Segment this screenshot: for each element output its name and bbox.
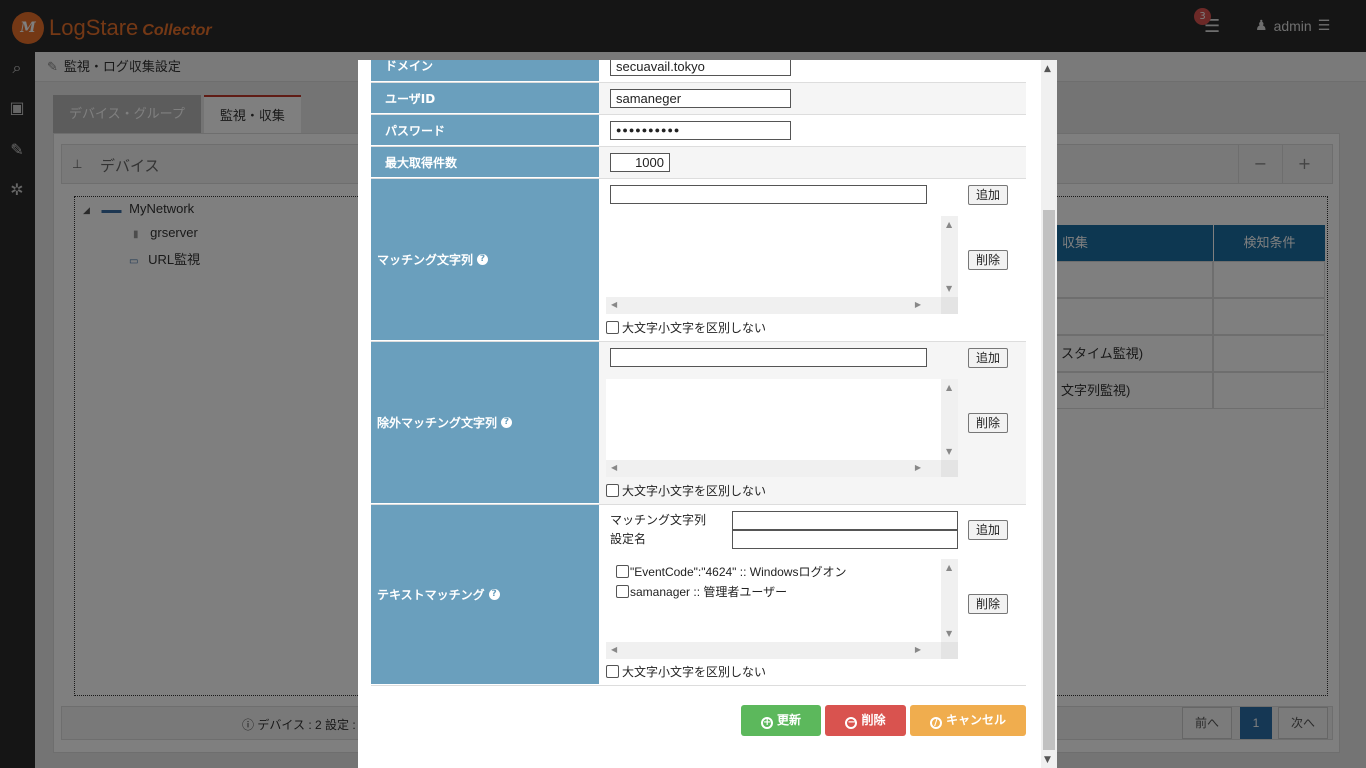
scroll-up-icon[interactable]: ▲ — [946, 563, 952, 572]
delete-button[interactable]: − 削除 — [825, 705, 906, 736]
checkbox-icon[interactable] — [616, 585, 629, 598]
horizontal-scrollbar[interactable]: ◀ ▶ — [606, 297, 941, 314]
cancel-button[interactable]: / キャンセル — [910, 705, 1026, 736]
exclude-delete-button[interactable]: 削除 — [968, 413, 1008, 433]
checkbox-icon[interactable] — [616, 565, 629, 578]
max-count-input[interactable]: 1000 — [610, 153, 670, 172]
matching-add-button[interactable]: 追加 — [968, 185, 1008, 205]
checkbox-icon[interactable] — [606, 665, 619, 678]
scroll-left-icon[interactable]: ◀ — [611, 645, 617, 654]
modal-scrollbar[interactable]: ▲ ▼ — [1041, 60, 1057, 768]
exclude-add-button[interactable]: 追加 — [968, 348, 1008, 368]
scroll-down-icon[interactable]: ▼ — [946, 629, 952, 638]
scroll-left-icon[interactable]: ◀ — [611, 300, 617, 309]
exclude-matching-input[interactable] — [610, 348, 927, 367]
exclude-matching-label: 除外マッチング文字列 — [377, 416, 498, 430]
scroll-down-icon[interactable]: ▼ — [946, 284, 952, 293]
form-row-exclude-matching: 除外マッチング文字列? 追加 ▲ ▼ ◀ ▶ 削除 大文字小文字を区別しない — [371, 342, 1026, 505]
matching-label: マッチング文字列 — [377, 253, 474, 267]
tm-listbox[interactable]: "EventCode":"4624" :: Windowsログオン samana… — [606, 559, 958, 659]
scroll-up-icon[interactable]: ▲ — [946, 383, 952, 392]
form-row-domain: ドメイン secuavail.tokyo — [371, 60, 1026, 83]
form-row-user-id: ユーザID samaneger — [371, 83, 1026, 115]
matching-delete-button[interactable]: 削除 — [968, 250, 1008, 270]
scroll-up-icon[interactable]: ▲ — [1044, 64, 1051, 74]
matching-input[interactable] — [610, 185, 927, 204]
user-id-label: ユーザID — [371, 83, 599, 114]
password-input[interactable]: ●●●●●●●●●● — [610, 121, 791, 140]
tm-matching-label: マッチング文字列 — [610, 513, 707, 527]
scroll-left-icon[interactable]: ◀ — [611, 463, 617, 472]
checkbox-icon[interactable] — [606, 321, 619, 334]
max-count-label: 最大取得件数 — [371, 147, 599, 178]
vertical-scrollbar[interactable]: ▲ ▼ — [941, 216, 958, 297]
tm-delete-button[interactable]: 削除 — [968, 594, 1008, 614]
domain-label: ドメイン — [371, 60, 599, 82]
monitor-settings-dialog: ドメイン secuavail.tokyo ユーザID samaneger パスワ… — [358, 60, 1057, 768]
scroll-right-icon[interactable]: ▶ — [915, 300, 921, 309]
password-label: パスワード — [371, 115, 599, 146]
ban-icon: / — [929, 717, 942, 729]
matching-listbox[interactable]: ▲ ▼ ◀ ▶ — [606, 216, 958, 314]
user-id-input[interactable]: samaneger — [610, 89, 791, 108]
list-item[interactable]: "EventCode":"4624" :: Windowsログオン — [616, 563, 846, 580]
help-icon[interactable]: ? — [501, 417, 513, 428]
exclude-matching-listbox[interactable]: ▲ ▼ ◀ ▶ — [606, 379, 958, 477]
scroll-right-icon[interactable]: ▶ — [915, 463, 921, 472]
minus-circle-icon: − — [845, 717, 858, 729]
tm-case-checkbox[interactable]: 大文字小文字を区別しない — [606, 663, 766, 680]
form-row-max-count: 最大取得件数 1000 — [371, 147, 1026, 179]
form-row-text-matching: テキストマッチング? マッチング文字列 設定名 追加 "EventCode":"… — [371, 505, 1026, 686]
checkbox-icon[interactable] — [606, 484, 619, 497]
scrollbar-thumb[interactable] — [1043, 210, 1055, 750]
help-icon[interactable]: ? — [477, 254, 489, 265]
scroll-up-icon[interactable]: ▲ — [946, 220, 952, 229]
tm-name-input[interactable] — [732, 530, 958, 549]
scroll-down-icon[interactable]: ▼ — [1044, 755, 1051, 765]
plus-circle-icon: + — [760, 717, 773, 729]
horizontal-scrollbar[interactable]: ◀ ▶ — [606, 460, 941, 477]
vertical-scrollbar[interactable]: ▲ ▼ — [941, 559, 958, 642]
exclude-case-checkbox[interactable]: 大文字小文字を区別しない — [606, 482, 766, 499]
tm-add-button[interactable]: 追加 — [968, 520, 1008, 540]
horizontal-scrollbar[interactable]: ◀ ▶ — [606, 642, 941, 659]
form-row-matching: マッチング文字列? 追加 ▲ ▼ ◀ ▶ 削除 大文字小文字を区別しない — [371, 179, 1026, 342]
scroll-right-icon[interactable]: ▶ — [915, 645, 921, 654]
tm-matching-input[interactable] — [732, 511, 958, 530]
domain-input[interactable]: secuavail.tokyo — [610, 60, 791, 76]
list-item[interactable]: samanager :: 管理者ユーザー — [616, 583, 787, 600]
form-row-password: パスワード ●●●●●●●●●● — [371, 115, 1026, 147]
help-icon[interactable]: ? — [488, 589, 500, 600]
text-matching-label: テキストマッチング — [377, 588, 485, 602]
tm-name-label: 設定名 — [610, 532, 647, 546]
scroll-down-icon[interactable]: ▼ — [946, 447, 952, 456]
update-button[interactable]: + 更新 — [741, 705, 821, 736]
vertical-scrollbar[interactable]: ▲ ▼ — [941, 379, 958, 460]
matching-case-checkbox[interactable]: 大文字小文字を区別しない — [606, 319, 766, 336]
